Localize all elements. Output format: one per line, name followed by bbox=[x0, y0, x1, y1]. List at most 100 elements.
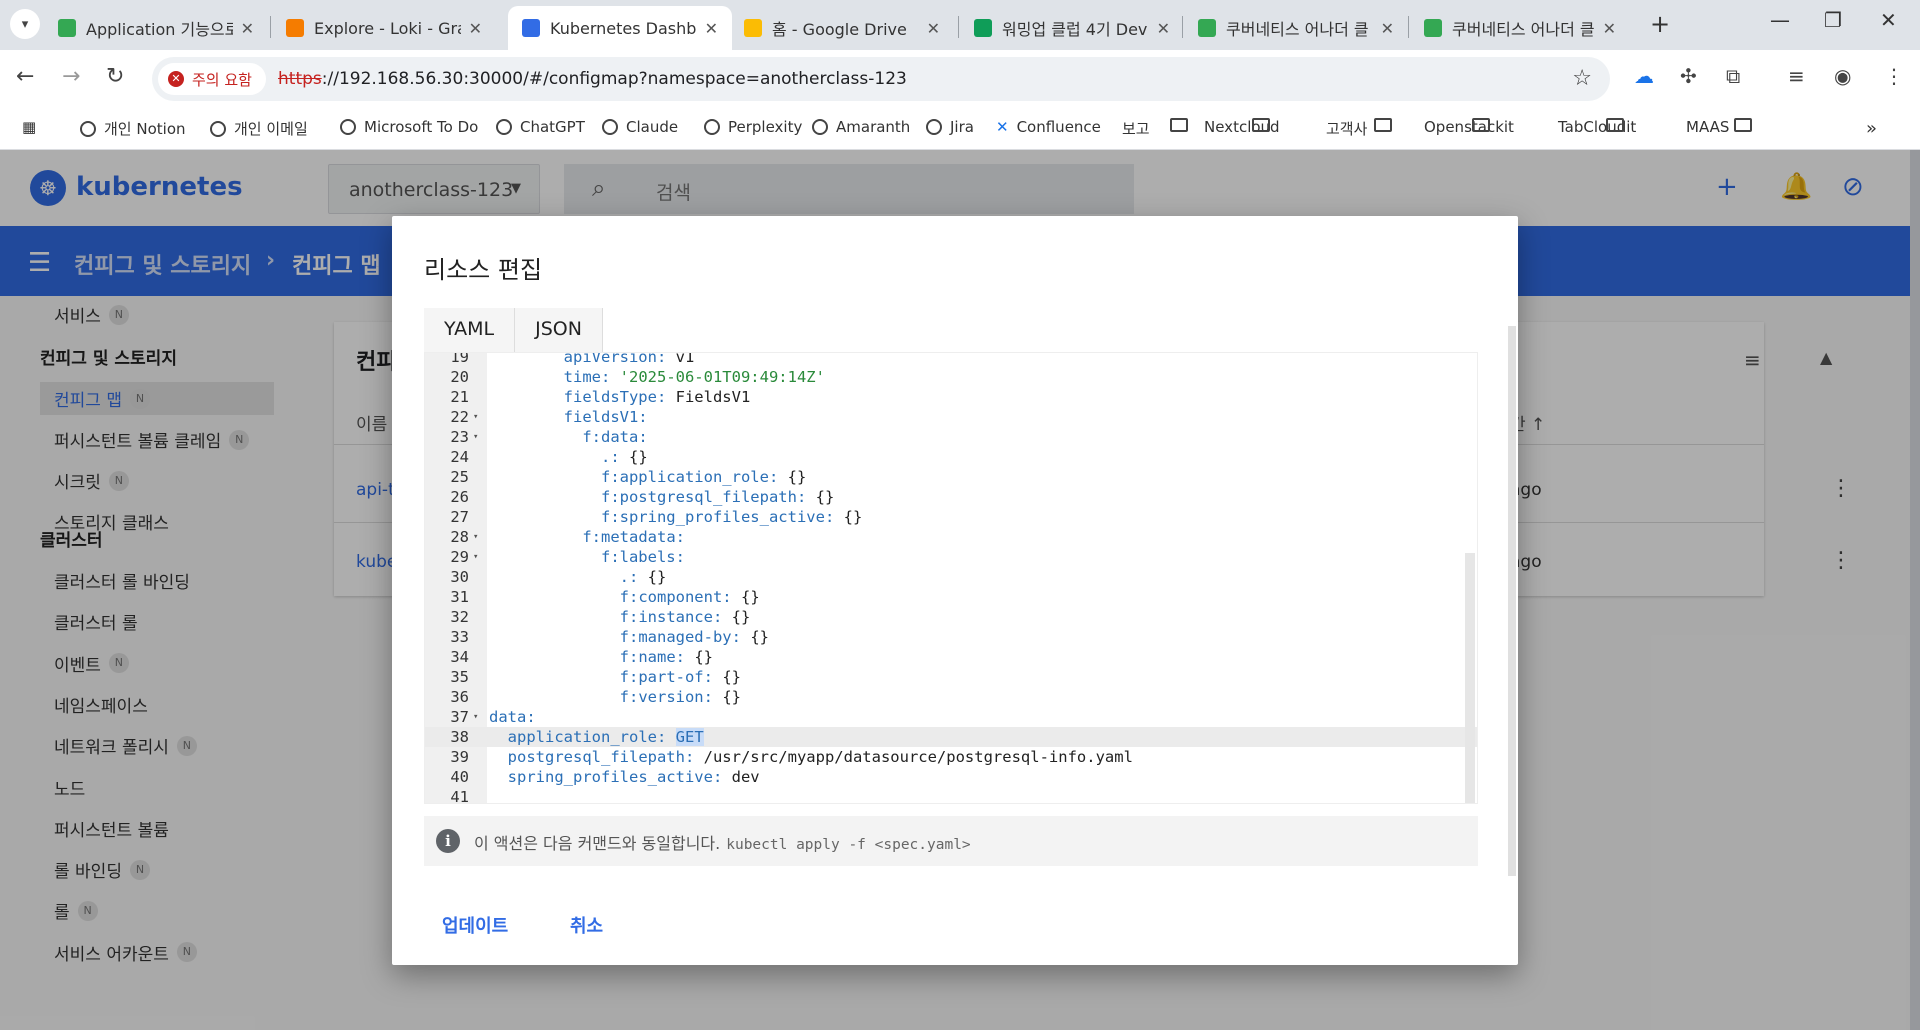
editor-line[interactable]: 25 f:application_role: {} bbox=[425, 467, 1477, 487]
fold-toggle-icon[interactable]: ▾ bbox=[473, 527, 478, 547]
fold-toggle-icon[interactable]: ▾ bbox=[473, 407, 478, 427]
kebab-menu-icon[interactable]: ⋮ bbox=[1884, 64, 1904, 88]
reload-button[interactable]: ↻ bbox=[106, 64, 124, 89]
editor-line[interactable]: 23 ▾ f:data: bbox=[425, 427, 1477, 447]
media-icon[interactable]: ≡ bbox=[1788, 64, 1805, 88]
bookmark-item[interactable]: TabCloudit bbox=[1558, 118, 1636, 136]
bookmark-label: TabCloudit bbox=[1558, 118, 1637, 136]
tab-close-icon[interactable]: ✕ bbox=[469, 19, 482, 38]
editor-line[interactable]: 28 ▾ f:metadata: bbox=[425, 527, 1477, 547]
new-tab-button[interactable]: + bbox=[1650, 10, 1670, 38]
code-text: .: {} bbox=[489, 567, 667, 587]
yaml-editor[interactable]: 19 apiVersion: v1 20 time: '2025-06-01T09… bbox=[424, 352, 1478, 804]
line-number: 30 bbox=[450, 568, 469, 586]
tab-close-icon[interactable]: ✕ bbox=[1381, 19, 1394, 38]
editor-line[interactable]: 33 f:managed-by: {} bbox=[425, 627, 1477, 647]
forward-button[interactable]: → bbox=[62, 64, 80, 89]
code-token: GET bbox=[675, 728, 704, 746]
security-chip[interactable]: ✕ 주의 요함 bbox=[158, 63, 266, 95]
cloud-extension-icon[interactable]: ☁ bbox=[1634, 64, 1654, 88]
bookmark-item[interactable]: Nextcloud bbox=[1204, 118, 1280, 136]
tab-json[interactable]: JSON bbox=[515, 308, 603, 352]
editor-line[interactable]: 20 time: '2025-06-01T09:49:14Z' bbox=[425, 367, 1477, 387]
bookmark-item[interactable]: 개인 Notion bbox=[80, 118, 186, 139]
profile-icon[interactable]: ◉ bbox=[1834, 64, 1851, 88]
editor-line[interactable]: 24 .: {} bbox=[425, 447, 1477, 467]
edit-resource-dialog: 리소스 편집 YAML JSON 19 apiVersion: v1 20 tim… bbox=[392, 216, 1518, 965]
editor-line[interactable]: 30 .: {} bbox=[425, 567, 1477, 587]
line-number: 27 bbox=[450, 508, 469, 526]
code-token: spring_profiles_active: bbox=[507, 768, 732, 786]
editor-line[interactable]: 35 f:part-of: {} bbox=[425, 667, 1477, 687]
tab-yaml[interactable]: YAML bbox=[424, 308, 516, 352]
browser-tab[interactable]: Kubernetes Dashboard ✕ bbox=[508, 6, 732, 50]
puzzle-icon[interactable]: ⧉ bbox=[1726, 64, 1740, 88]
close-window-button[interactable]: ✕ bbox=[1880, 8, 1897, 32]
editor-line[interactable]: 21 fieldsType: FieldsV1 bbox=[425, 387, 1477, 407]
editor-line[interactable]: 27 f:spring_profiles_active: {} bbox=[425, 507, 1477, 527]
bookmark-item[interactable]: Perplexity bbox=[704, 118, 802, 136]
code-text: f:data: bbox=[489, 427, 647, 447]
browser-tab[interactable]: Application 기능으로 ✕ bbox=[44, 6, 268, 50]
bookmark-item[interactable]: 보고 bbox=[1122, 118, 1188, 139]
editor-line[interactable]: 19 apiVersion: v1 bbox=[425, 353, 1477, 367]
browser-tab[interactable]: 쿠버네티스 어나더 클 ✕ bbox=[1410, 6, 1630, 50]
browser-tab[interactable]: 홈 - Google Drive ✕ bbox=[730, 6, 954, 50]
info-command: kubectl apply -f <spec.yaml> bbox=[726, 837, 971, 853]
code-token: f:postgresql_filepath: bbox=[600, 488, 816, 506]
code-text: f:spring_profiles_active: {} bbox=[489, 507, 862, 527]
bookmark-item[interactable]: Openstackit bbox=[1424, 118, 1514, 136]
bookmark-star-icon[interactable]: ☆ bbox=[1572, 66, 1592, 91]
url-text[interactable]: https://192.168.56.30:30000/#/configmap?… bbox=[278, 69, 907, 89]
bookmark-item[interactable]: ChatGPT bbox=[496, 118, 585, 136]
bookmark-item[interactable]: Jira bbox=[926, 118, 974, 136]
apps-grid-icon[interactable]: ▦ bbox=[22, 118, 36, 136]
editor-line[interactable]: 22 ▾ fieldsV1: bbox=[425, 407, 1477, 427]
editor-line[interactable]: 41 bbox=[425, 787, 1477, 803]
editor-line[interactable]: 37 ▾ data: bbox=[425, 707, 1477, 727]
editor-scrollbar[interactable] bbox=[1465, 553, 1475, 803]
dialog-scrollbar[interactable] bbox=[1508, 326, 1516, 876]
bookmark-item[interactable]: 개인 이메일 bbox=[210, 118, 308, 139]
code-text: time: '2025-06-01T09:49:14Z' bbox=[489, 367, 825, 387]
bookmark-item[interactable]: Amaranth bbox=[812, 118, 910, 136]
editor-line[interactable]: 34 f:name: {} bbox=[425, 647, 1477, 667]
tab-search-button[interactable]: ▾ bbox=[10, 9, 40, 39]
browser-tab[interactable]: 쿠버네티스 어나더 클 ✕ bbox=[1184, 6, 1408, 50]
fold-toggle-icon[interactable]: ▾ bbox=[473, 427, 478, 447]
cancel-button[interactable]: 취소 bbox=[570, 912, 603, 938]
bookmark-item[interactable]: ✕ Confluence bbox=[996, 118, 1101, 136]
tab-close-icon[interactable]: ✕ bbox=[927, 19, 940, 38]
tab-close-icon[interactable]: ✕ bbox=[241, 19, 254, 38]
editor-line[interactable]: 32 f:instance: {} bbox=[425, 607, 1477, 627]
fold-toggle-icon[interactable]: ▾ bbox=[473, 707, 478, 727]
tab-close-icon[interactable]: ✕ bbox=[1603, 19, 1616, 38]
code-token: time: bbox=[563, 368, 620, 386]
bookmark-item[interactable]: Claude bbox=[602, 118, 678, 136]
more-bookmarks-icon[interactable]: » bbox=[1866, 118, 1877, 139]
editor-line[interactable]: 26 f:postgresql_filepath: {} bbox=[425, 487, 1477, 507]
editor-line[interactable]: 31 f:component: {} bbox=[425, 587, 1477, 607]
tab-close-icon[interactable]: ✕ bbox=[705, 19, 718, 38]
bookmark-item[interactable]: Microsoft To Do bbox=[340, 118, 478, 136]
bookmark-item[interactable]: MAAS bbox=[1686, 118, 1752, 136]
address-bar[interactable]: ✕ 주의 요함 https://192.168.56.30:30000/#/co… bbox=[152, 57, 1610, 101]
editor-line[interactable]: 39 postgresql_filepath: /usr/src/myapp/d… bbox=[425, 747, 1477, 767]
tab-label: 홈 - Google Drive bbox=[772, 20, 907, 39]
update-button[interactable]: 업데이트 bbox=[442, 912, 508, 938]
tab-favicon-icon bbox=[744, 19, 762, 37]
back-button[interactable]: ← bbox=[16, 64, 34, 89]
minimize-button[interactable]: — bbox=[1770, 8, 1790, 32]
fold-toggle-icon[interactable]: ▾ bbox=[473, 547, 478, 567]
editor-line[interactable]: 36 f:version: {} bbox=[425, 687, 1477, 707]
editor-line[interactable]: 38 application_role: GET bbox=[425, 727, 1477, 747]
editor-line[interactable]: 29 ▾ f:labels: bbox=[425, 547, 1477, 567]
browser-tab[interactable]: 워밍업 클럽 4기 Dev ✕ bbox=[960, 6, 1184, 50]
bookmark-item[interactable]: 고객사 bbox=[1326, 118, 1392, 139]
restore-button[interactable]: ❐ bbox=[1824, 8, 1842, 32]
tab-close-icon[interactable]: ✕ bbox=[1157, 19, 1170, 38]
info-box: i 이 액션은 다음 커맨드와 동일합니다. kubectl apply -f <… bbox=[424, 816, 1478, 866]
browser-tab[interactable]: Explore - Loki - Graf ✕ bbox=[272, 6, 496, 50]
extension-icon[interactable]: ✣ bbox=[1680, 64, 1697, 88]
editor-line[interactable]: 40 spring_profiles_active: dev bbox=[425, 767, 1477, 787]
